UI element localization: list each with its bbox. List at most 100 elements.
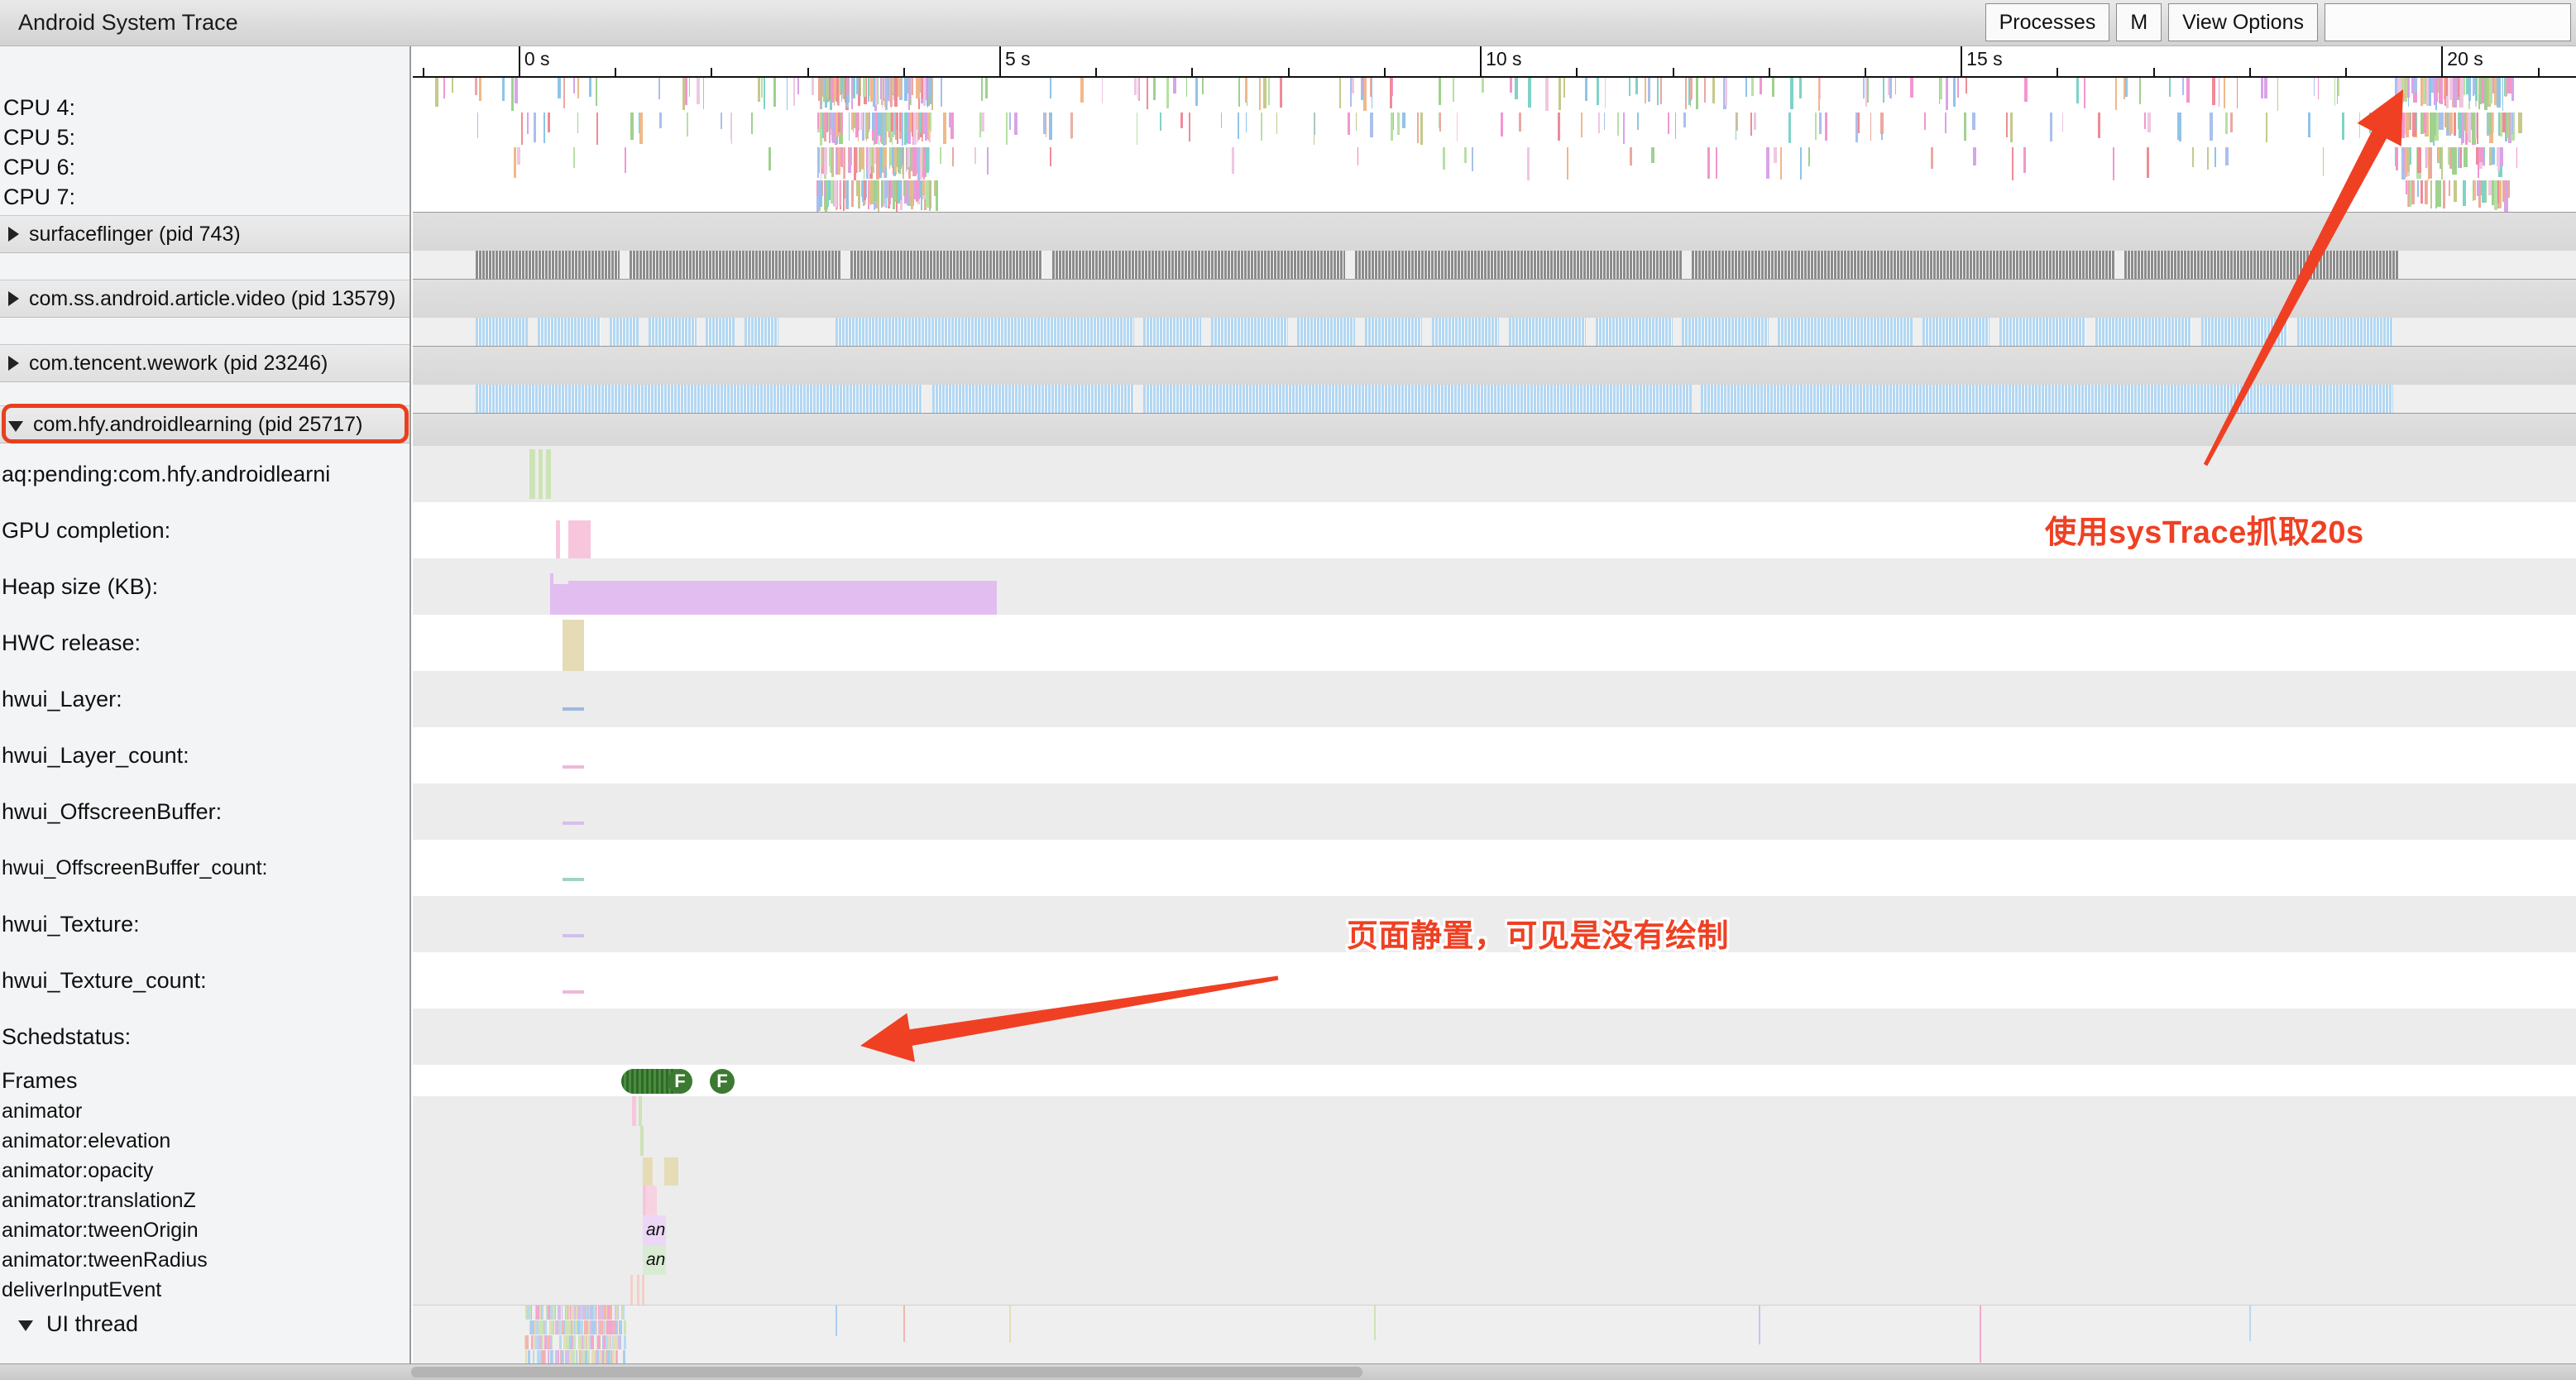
cpu-slice[interactable] — [841, 113, 843, 134]
cpu-slice[interactable] — [2406, 78, 2410, 98]
cpu-slice[interactable] — [1510, 78, 1512, 93]
process-activity-block[interactable] — [932, 385, 1134, 413]
ui-thread-slice[interactable] — [587, 1350, 590, 1364]
cpu-slice[interactable] — [837, 78, 839, 105]
cpu-slice[interactable] — [904, 113, 907, 145]
cpu-slice[interactable] — [1453, 78, 1454, 102]
cpu-slice[interactable] — [2473, 180, 2476, 200]
cpu-slice[interactable] — [1049, 113, 1052, 140]
cpu-slice[interactable] — [1931, 147, 1933, 169]
cpu-slice[interactable] — [1080, 78, 1084, 103]
cpu-slice[interactable] — [2417, 147, 2421, 173]
process-track-article-video[interactable] — [413, 318, 2576, 346]
view-options-button[interactable]: View Options — [2168, 3, 2318, 41]
cpu-slice[interactable] — [870, 147, 872, 166]
ui-thread-slice[interactable] — [565, 1350, 567, 1364]
cpu-slice[interactable] — [918, 113, 920, 140]
cpu-slice[interactable] — [855, 113, 859, 137]
cpu-slice[interactable] — [878, 180, 879, 212]
cpu-slice[interactable] — [2507, 78, 2511, 93]
ui-thread-slice[interactable] — [615, 1320, 618, 1334]
search-box[interactable] — [2325, 3, 2571, 41]
cpu-slice[interactable] — [2488, 180, 2491, 195]
cpu-slice[interactable] — [941, 78, 942, 107]
frame-badge[interactable]: F — [710, 1069, 735, 1094]
track-label-cpu-4[interactable]: CPU 4: — [0, 93, 411, 122]
ui-thread-slice[interactable] — [549, 1335, 552, 1349]
cpu-slice[interactable] — [952, 147, 954, 166]
track-label-animator[interactable]: animator — [0, 1096, 411, 1126]
cpu-slice[interactable] — [875, 78, 878, 105]
cpu-slice[interactable] — [2406, 180, 2407, 194]
ui-thread-slice[interactable] — [582, 1335, 583, 1349]
process-activity-block[interactable] — [1297, 318, 1355, 346]
cpu-slice[interactable] — [2261, 78, 2263, 98]
cpu-slice[interactable] — [2468, 78, 2471, 101]
cpu-slice[interactable] — [2511, 113, 2514, 134]
cpu-slice[interactable] — [2426, 78, 2430, 106]
cpu-slice[interactable] — [853, 113, 854, 132]
cpu-slice[interactable] — [2482, 180, 2485, 203]
ui-thread-slice[interactable] — [575, 1320, 577, 1334]
track-label-aq-pending[interactable]: aq:pending:com.hfy.androidlearni — [0, 446, 411, 502]
cpu-slice[interactable] — [2507, 113, 2509, 138]
process-activity-block[interactable] — [1143, 385, 1691, 413]
cpu-slice[interactable] — [903, 180, 905, 196]
cpu-slice[interactable] — [2411, 180, 2415, 204]
cpu-slice[interactable] — [1558, 113, 1560, 141]
cpu-slice[interactable] — [2177, 113, 2180, 140]
cpu-slice[interactable] — [2420, 180, 2423, 204]
cpu-slice[interactable] — [2505, 78, 2507, 97]
cpu-slice[interactable] — [2507, 180, 2509, 198]
cpu-slice[interactable] — [2445, 78, 2449, 96]
cpu-slice[interactable] — [2435, 180, 2437, 208]
cpu-slice[interactable] — [2212, 78, 2215, 105]
cpu-slice[interactable] — [2489, 147, 2492, 165]
cpu-slice[interactable] — [1964, 113, 1966, 141]
cpu-slice[interactable] — [927, 78, 929, 108]
cpu-slice[interactable] — [1370, 113, 1373, 137]
cpu-slice[interactable] — [1263, 78, 1266, 108]
ui-thread-slice[interactable] — [566, 1335, 569, 1349]
process-header-article-video[interactable] — [413, 280, 2576, 318]
ui-thread-slice[interactable] — [527, 1306, 530, 1320]
cpu-slice[interactable] — [1754, 113, 1756, 130]
ui-thread-slice[interactable] — [610, 1306, 612, 1320]
ui-thread-slice[interactable] — [565, 1320, 568, 1334]
process-activity-block[interactable] — [1692, 251, 2114, 279]
cpu-slice[interactable] — [920, 113, 922, 133]
ui-thread-slice[interactable] — [555, 1320, 558, 1334]
process-activity-block[interactable] — [2297, 318, 2393, 346]
cpu-slice[interactable] — [881, 180, 883, 206]
cpu-slice[interactable] — [2489, 78, 2492, 103]
cpu-slice[interactable] — [1815, 113, 1817, 140]
track-label-animator-elevation[interactable]: animator:elevation — [0, 1126, 411, 1156]
cpu-slice[interactable] — [930, 113, 931, 132]
cpu-slice[interactable] — [1348, 113, 1351, 135]
cpu-slice[interactable] — [1880, 113, 1884, 134]
cpu-slice[interactable] — [793, 78, 795, 106]
ui-thread-slice[interactable] — [593, 1306, 595, 1320]
cpu-slice[interactable] — [856, 78, 859, 94]
ui-thread-slice[interactable] — [597, 1335, 600, 1349]
cpu-slice[interactable] — [833, 180, 834, 206]
cpu-slice[interactable] — [831, 78, 832, 97]
cpu-slice[interactable] — [2342, 113, 2344, 140]
ui-thread-slice[interactable] — [569, 1320, 571, 1334]
timeline-ruler[interactable]: 0 s5 s10 s15 s20 s — [413, 46, 2576, 78]
cpu-slice[interactable] — [2494, 78, 2497, 105]
cpu-slice[interactable] — [894, 147, 898, 172]
cpu-slice[interactable] — [2463, 78, 2466, 95]
cpu-slice[interactable] — [1635, 78, 1639, 94]
cpu-slice[interactable] — [839, 180, 840, 206]
cpu-slice[interactable] — [543, 113, 545, 143]
cpu-slice[interactable] — [2397, 78, 2401, 109]
ui-thread-slice[interactable] — [582, 1350, 585, 1364]
counter-track-aq-pending[interactable] — [413, 446, 2576, 502]
track-label-hwui-offscreenbuffer-count[interactable]: hwui_OffscreenBuffer_count: — [0, 840, 411, 896]
cpu-slice[interactable] — [1704, 78, 1706, 103]
cpu-slice[interactable] — [2125, 78, 2128, 97]
cpu-slice[interactable] — [1173, 78, 1176, 93]
cpu-slice[interactable] — [846, 78, 849, 94]
cpu-slice[interactable] — [2359, 113, 2360, 138]
